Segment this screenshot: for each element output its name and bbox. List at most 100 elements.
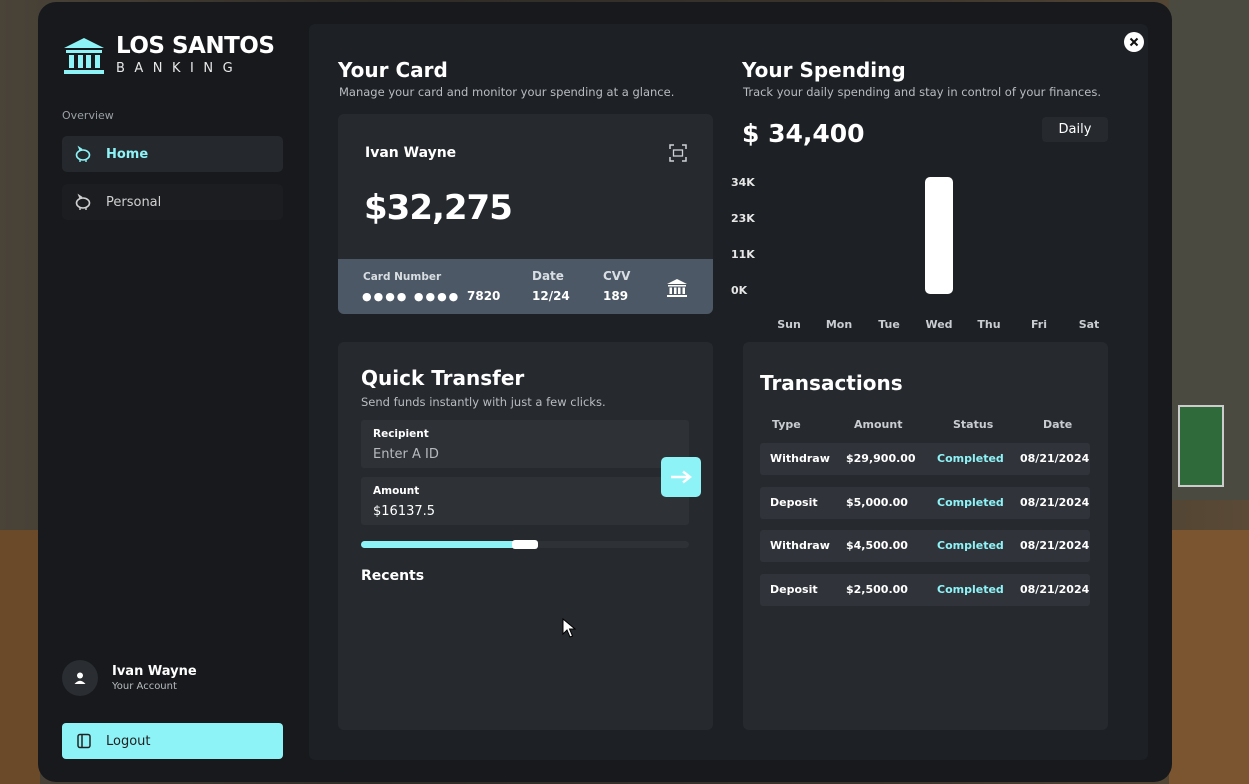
amount-slider-thumb[interactable] — [512, 540, 539, 549]
tx-amount: $2,500.00 — [846, 583, 908, 596]
background-wood-left — [0, 530, 40, 784]
spending-total: $ 34,400 — [742, 119, 865, 148]
x-tick-label: Thu — [977, 318, 1000, 331]
spending-section-subtitle: Track your daily spending and stay in co… — [743, 85, 1101, 99]
section-label-overview: Overview — [62, 109, 114, 122]
piggy-bank-icon — [75, 193, 91, 210]
column-header-status: Status — [953, 418, 994, 431]
card-cvv-value: 189 — [603, 289, 629, 303]
banking-app-window: LOS SANTOS BANKING Overview Home Persona… — [38, 2, 1172, 782]
user-name: Ivan Wayne — [112, 664, 197, 679]
quick-transfer-panel: Quick Transfer Send funds instantly with… — [338, 342, 713, 730]
brand-title: LOS SANTOS — [116, 33, 275, 59]
card-section-title: Your Card — [338, 58, 448, 82]
logout-icon — [77, 733, 91, 749]
tx-amount: $29,900.00 — [846, 452, 916, 465]
column-header-date: Date — [1043, 418, 1073, 431]
x-tick-label: Sun — [777, 318, 801, 331]
amount-input[interactable]: $16137.5 — [373, 504, 673, 519]
card-balance: $32,275 — [364, 188, 513, 228]
close-icon — [1129, 37, 1139, 47]
user-account[interactable]: Ivan Wayne Your Account — [62, 660, 197, 696]
card-section-subtitle: Manage your card and monitor your spendi… — [339, 85, 675, 99]
send-transfer-button[interactable] — [661, 457, 701, 497]
card-number-mask: ●●●● ●●●● — [362, 290, 461, 303]
card-details-strip: Card Number ●●●● ●●●● 7820 Date 12/24 CV… — [338, 259, 713, 314]
column-header-amount: Amount — [854, 418, 903, 431]
tx-status: Completed — [937, 452, 1004, 465]
main-content: Your Card Manage your card and monitor y… — [309, 24, 1148, 760]
logout-button[interactable]: Logout — [62, 723, 283, 759]
brand-logo: LOS SANTOS BANKING — [62, 33, 275, 78]
card-holder-name: Ivan Wayne — [365, 145, 457, 161]
tx-amount: $5,000.00 — [846, 496, 908, 509]
transactions-panel: Transactions Type Amount Status Date Wit… — [743, 342, 1108, 730]
transfer-subtitle: Send funds instantly with just a few cli… — [361, 395, 606, 409]
bank-icon — [667, 279, 687, 297]
column-header-type: Type — [772, 418, 801, 431]
amount-field: Amount $16137.5 — [361, 477, 689, 525]
tx-date: 08/21/2024 — [1020, 452, 1090, 465]
tx-status: Completed — [937, 583, 1004, 596]
tx-amount: $4,500.00 — [846, 539, 908, 552]
tx-type: Deposit — [770, 583, 818, 596]
table-row[interactable]: Deposit $5,000.00 Completed 08/21/2024 — [760, 487, 1090, 519]
transactions-title: Transactions — [760, 371, 903, 395]
card-number-label: Card Number — [363, 271, 442, 283]
x-tick-label: Fri — [1031, 318, 1047, 331]
card-cvv-label: CVV — [603, 269, 631, 283]
tx-type: Deposit — [770, 496, 818, 509]
tx-status: Completed — [937, 496, 1004, 509]
tx-date: 08/21/2024 — [1020, 496, 1090, 509]
sidebar-item-home[interactable]: Home — [62, 136, 283, 172]
table-row[interactable]: Withdraw $4,500.00 Completed 08/21/2024 — [760, 530, 1090, 562]
x-tick-label: Tue — [878, 318, 900, 331]
chart-bar-wed[interactable] — [925, 177, 953, 294]
bank-icon — [64, 38, 104, 74]
y-tick-label: 23K — [731, 212, 755, 225]
card-date-label: Date — [532, 269, 564, 283]
table-row[interactable]: Deposit $2,500.00 Completed 08/21/2024 — [760, 574, 1090, 606]
amount-label: Amount — [373, 485, 420, 497]
table-row[interactable]: Withdraw $29,900.00 Completed 08/21/2024 — [760, 443, 1090, 475]
sidebar-item-personal[interactable]: Personal — [62, 184, 283, 220]
background-book — [1178, 405, 1224, 487]
recents-label: Recents — [361, 568, 425, 584]
scan-icon[interactable] — [669, 144, 687, 162]
x-tick-label: Wed — [925, 318, 952, 331]
amount-slider[interactable] — [361, 540, 689, 549]
recipient-input[interactable] — [373, 447, 673, 462]
arrow-right-icon — [671, 470, 692, 484]
recipient-label: Recipient — [373, 428, 429, 440]
user-icon — [74, 672, 86, 684]
x-tick-label: Sat — [1079, 318, 1100, 331]
tx-type: Withdraw — [770, 452, 830, 465]
tx-date: 08/21/2024 — [1020, 583, 1090, 596]
brand-subtitle: BANKING — [116, 61, 243, 76]
y-tick-label: 11K — [731, 248, 755, 261]
card-number-last: 7820 — [467, 289, 501, 303]
spending-section-title: Your Spending — [742, 58, 906, 82]
logout-label: Logout — [106, 733, 151, 749]
spending-bar-chart: 34K 23K 11K 0K Sun Mon Tue Wed Thu Fri Sat — [731, 176, 1100, 331]
close-button[interactable] — [1124, 32, 1144, 52]
y-tick-label: 34K — [731, 176, 755, 189]
tx-status: Completed — [937, 539, 1004, 552]
y-tick-label: 0K — [731, 284, 748, 297]
tx-date: 08/21/2024 — [1020, 539, 1090, 552]
sidebar: LOS SANTOS BANKING Overview Home Persona… — [38, 2, 308, 782]
transfer-title: Quick Transfer — [361, 366, 525, 390]
piggy-bank-icon — [75, 145, 91, 162]
bank-card: Ivan Wayne $32,275 Card Number ●●●● ●●●●… — [338, 114, 713, 314]
mouse-cursor-icon — [562, 618, 576, 638]
recipient-field: Recipient — [361, 420, 689, 468]
period-daily-button[interactable]: Daily — [1042, 117, 1108, 142]
user-subtitle: Your Account — [112, 681, 177, 692]
card-date-value: 12/24 — [532, 289, 570, 303]
avatar — [62, 660, 98, 696]
tx-type: Withdraw — [770, 539, 830, 552]
sidebar-item-label: Home — [106, 146, 149, 162]
x-tick-label: Mon — [826, 318, 852, 331]
sidebar-item-label: Personal — [106, 194, 162, 210]
background-wood-right — [1169, 530, 1249, 784]
